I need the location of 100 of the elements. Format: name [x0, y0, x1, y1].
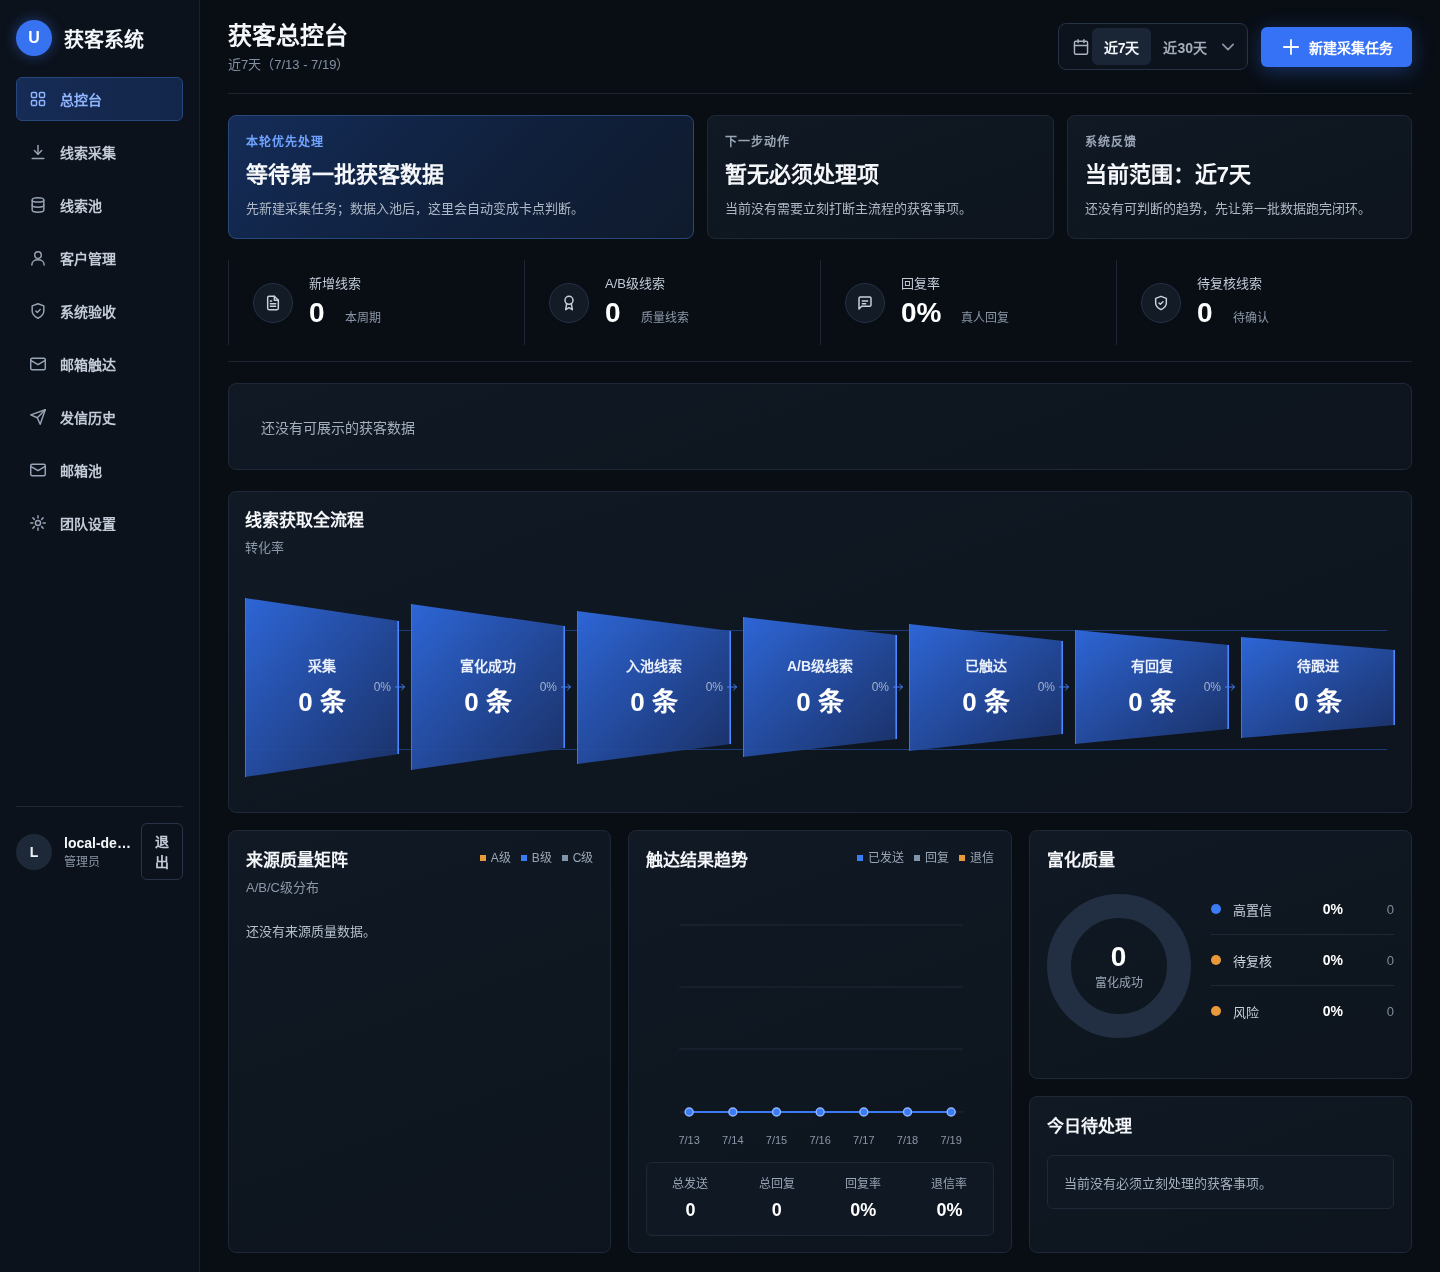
- kpi-label: 待复核线索: [1197, 275, 1263, 293]
- card-title: 暂无必须处理项: [725, 161, 881, 189]
- stat-label: 总发送: [671, 1176, 710, 1192]
- nav-item[interactable]: 团队设置: [16, 501, 183, 545]
- kpi-value: 0: [1197, 296, 1213, 330]
- download-icon: [30, 144, 46, 160]
- card-eyebrow: 下一步动作: [725, 134, 792, 150]
- range-tab[interactable]: 近7天: [1091, 28, 1152, 65]
- kpi-label: 回复率: [901, 275, 941, 293]
- funnel-stage-label: 有回复: [1131, 657, 1173, 676]
- donut-center-label: 富化成功: [1094, 975, 1143, 991]
- conversion-rate: 0%: [705, 679, 723, 695]
- arrow-right-icon: [561, 682, 571, 692]
- quality-label: 风险: [1232, 1003, 1260, 1021]
- donut-center-value: 0: [1110, 941, 1127, 973]
- nav-item[interactable]: 系统验收: [16, 289, 183, 333]
- nav-item[interactable]: 邮箱池: [16, 448, 183, 492]
- nav-item[interactable]: 客户管理: [16, 236, 183, 280]
- send-icon: [30, 409, 46, 425]
- funnel-stage-count: 0 条: [962, 686, 1010, 718]
- data-point: [728, 1107, 738, 1117]
- x-axis-label: 7/13: [678, 1134, 701, 1146]
- nav-item[interactable]: 线索采集: [16, 130, 183, 174]
- x-axis-label: 7/14: [722, 1134, 744, 1146]
- card-title: 等待第一批获客数据: [246, 161, 445, 189]
- stat-value: 0: [684, 1199, 697, 1222]
- stat-value: 0%: [935, 1199, 964, 1222]
- shield-check-icon: [30, 303, 46, 319]
- conversion-rate: 0%: [1037, 679, 1055, 695]
- kpi-note: 质量线索: [640, 310, 689, 325]
- card-description: 当前没有需要立刻打断主流程的获客事项。: [725, 200, 974, 218]
- funnel-stage-count: 0 条: [1294, 686, 1342, 718]
- x-axis-label: 7/16: [809, 1134, 832, 1146]
- mail-icon: [30, 462, 46, 478]
- card-eyebrow: 本轮优先处理: [246, 134, 325, 150]
- panel-title: 触达结果趋势: [646, 850, 749, 872]
- panel-title: 来源质量矩阵: [246, 849, 348, 872]
- funnel-stage-count: 0 条: [796, 686, 844, 718]
- user-role: 管理员: [64, 853, 101, 870]
- grid-icon: [30, 91, 46, 107]
- stat-label: 总回复: [757, 1176, 796, 1192]
- funnel-stage-count: 0 条: [298, 686, 346, 718]
- panel-title: 富化质量: [1046, 850, 1116, 872]
- funnel-stage-label: 富化成功: [460, 657, 516, 676]
- logout-button[interactable]: 退出: [141, 823, 183, 880]
- conversion-rate: 0%: [871, 679, 889, 695]
- legend-label: 已发送: [867, 850, 904, 867]
- kpi-label: A/B级线索: [605, 275, 666, 293]
- card-description: 先新建采集任务；数据入池后，这里会自动变成卡点判断。: [246, 200, 585, 218]
- arrow-right-icon: [1059, 682, 1069, 692]
- data-point: [684, 1107, 695, 1117]
- logo-mark: U: [16, 20, 52, 56]
- funnel-stage-label: A/B级线索: [786, 657, 854, 676]
- quality-label: 待复核: [1232, 952, 1273, 970]
- data-point: [903, 1107, 913, 1117]
- panel-title: 线索获取全流程: [245, 509, 365, 532]
- page-title: 获客总控台: [228, 21, 349, 51]
- nav-item[interactable]: 线索池: [16, 183, 183, 227]
- kpi-value: 0: [605, 296, 621, 330]
- legend-label: C级: [572, 850, 594, 867]
- data-point: [859, 1107, 869, 1117]
- quality-percent: 0%: [1322, 1003, 1344, 1019]
- kpi-note: 真人回复: [961, 310, 1010, 325]
- nav-item[interactable]: 邮箱触达: [16, 342, 183, 386]
- card-eyebrow: 系统反馈: [1084, 134, 1138, 150]
- funnel-stage-count: 0 条: [630, 686, 678, 718]
- panel-subtitle: A/B/C级分布: [246, 879, 320, 897]
- plus-icon: [1283, 38, 1299, 55]
- nav-item[interactable]: 发信历史: [16, 395, 183, 439]
- brand-name: 获客系统: [64, 27, 144, 53]
- legend-label: 退信: [969, 850, 994, 867]
- document-icon: [253, 282, 293, 323]
- quality-label: 高置信: [1232, 901, 1273, 919]
- user-name: local-de…: [64, 833, 132, 852]
- mail-icon: [30, 356, 46, 372]
- funnel-stage-count: 0 条: [464, 686, 512, 718]
- calendar-icon: [1072, 38, 1089, 55]
- user-avatar: L: [16, 833, 52, 870]
- funnel-stage-label: 待跟进: [1297, 657, 1339, 676]
- kpi-label: 新增线索: [309, 275, 362, 293]
- card-title: 当前范围：近7天: [1084, 161, 1252, 189]
- quality-count: 0: [1386, 952, 1394, 968]
- funnel-stage-label: 入池线索: [626, 657, 682, 676]
- new-task-button[interactable]: 新建采集任务: [1261, 26, 1412, 67]
- kpi-note: 本周期: [344, 310, 381, 325]
- range-tab[interactable]: 近30天: [1151, 28, 1219, 65]
- conversion-rate: 0%: [539, 679, 557, 695]
- date-range-selector[interactable]: 近7天 近30天: [1057, 23, 1248, 70]
- quality-percent: 0%: [1322, 952, 1344, 968]
- data-point: [772, 1107, 782, 1117]
- x-axis-label: 7/17: [853, 1134, 875, 1146]
- quality-percent: 0%: [1322, 901, 1344, 917]
- nav-item[interactable]: 总控台: [16, 77, 183, 121]
- empty-state-text: 还没有来源质量数据。: [246, 923, 377, 941]
- empty-state-message: 当前没有必须立刻处理的获客事项。: [1046, 1155, 1394, 1209]
- quality-count: 0: [1386, 1003, 1394, 1019]
- x-axis-label: 7/15: [766, 1134, 788, 1146]
- arrow-right-icon: [893, 682, 903, 692]
- stat-label: 回复率: [844, 1176, 883, 1192]
- stat-value: 0%: [849, 1199, 878, 1222]
